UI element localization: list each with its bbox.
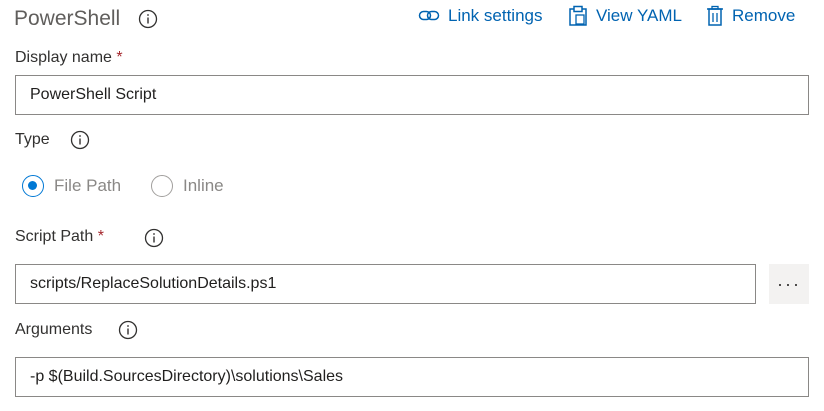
view-yaml-label: View YAML bbox=[596, 6, 682, 25]
radio-inline[interactable]: Inline bbox=[151, 175, 224, 197]
arguments-value: -p $(Build.SourcesDirectory)\solutions\S… bbox=[30, 368, 344, 385]
link-settings-button[interactable]: Link settings bbox=[418, 5, 543, 27]
arguments-label: Arguments bbox=[15, 321, 93, 338]
radio-button-unchecked[interactable] bbox=[151, 175, 173, 197]
script-path-label: Script Path * bbox=[15, 227, 104, 247]
type-label: Type bbox=[15, 131, 50, 148]
remove-button[interactable]: Remove bbox=[706, 5, 795, 27]
trash-icon bbox=[707, 5, 723, 26]
required-mark: * bbox=[116, 49, 123, 66]
radio-file-path-label: File Path bbox=[54, 176, 122, 195]
script-path-input[interactable]: scripts/ReplaceSolutionDetails.ps1 bbox=[15, 264, 756, 304]
info-icon[interactable] bbox=[138, 9, 158, 29]
link-icon bbox=[418, 10, 440, 21]
info-icon[interactable] bbox=[144, 228, 164, 248]
arguments-input[interactable]: -p $(Build.SourcesDirectory)\solutions\S… bbox=[15, 357, 809, 397]
display-name-input[interactable]: PowerShell Script bbox=[15, 75, 809, 115]
remove-label: Remove bbox=[732, 6, 796, 25]
clipboard-icon bbox=[569, 5, 587, 26]
display-name-label: Display name * bbox=[15, 48, 123, 68]
script-path-value: scripts/ReplaceSolutionDetails.ps1 bbox=[30, 275, 277, 292]
radio-inline-label: Inline bbox=[183, 176, 224, 195]
view-yaml-button[interactable]: View YAML bbox=[568, 5, 682, 27]
required-mark: * bbox=[97, 228, 104, 245]
info-icon[interactable] bbox=[118, 320, 138, 340]
display-name-value: PowerShell Script bbox=[30, 86, 157, 103]
link-settings-label: Link settings bbox=[448, 6, 543, 25]
page-title: PowerShell bbox=[14, 7, 121, 30]
radio-button-checked[interactable] bbox=[22, 175, 44, 197]
script-path-label-text: Script Path bbox=[15, 228, 94, 245]
browse-button[interactable]: ··· bbox=[769, 264, 809, 304]
display-name-label-text: Display name bbox=[15, 49, 112, 66]
info-icon[interactable] bbox=[70, 130, 90, 150]
radio-file-path[interactable]: File Path bbox=[22, 175, 121, 197]
